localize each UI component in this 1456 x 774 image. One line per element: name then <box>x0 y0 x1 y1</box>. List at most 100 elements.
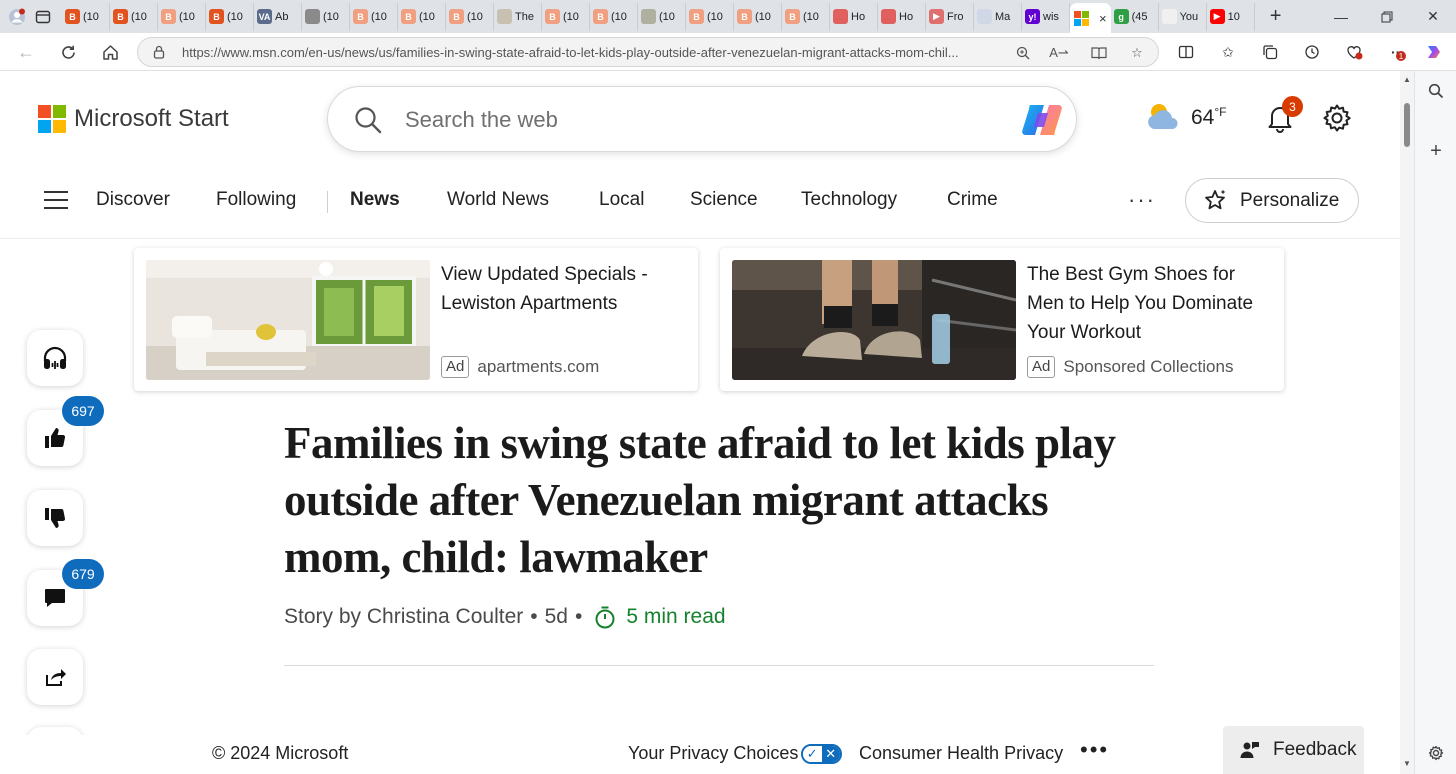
tab-19[interactable]: Ma <box>974 2 1022 31</box>
partly-cloudy-icon <box>1148 104 1178 129</box>
tab-12[interactable]: (10 <box>638 2 686 31</box>
tab-label: (10 <box>131 10 147 23</box>
nav-item-technology[interactable]: Technology <box>801 189 897 211</box>
read-aloud-icon[interactable]: A⇀ <box>1049 44 1069 62</box>
page-scrollbar[interactable]: ▲ ▼ <box>1400 71 1414 774</box>
tab-label: (10 <box>755 10 771 23</box>
listen-button[interactable] <box>27 330 83 386</box>
profile-avatar-icon[interactable] <box>4 4 30 30</box>
nav-item-discover[interactable]: Discover <box>96 189 170 211</box>
dislike-button[interactable] <box>27 490 83 546</box>
privacy-toggle-icon[interactable]: ✓ ✕ <box>801 744 842 764</box>
close-tab-icon[interactable]: × <box>1099 11 1107 26</box>
tab-after-1[interactable]: You <box>1159 2 1207 31</box>
microsoft-start-logo[interactable]: Microsoft Start <box>38 105 229 133</box>
tab-after-2[interactable]: ▶ 10 <box>1207 2 1255 31</box>
back-arrow-icon[interactable]: ← <box>12 38 40 66</box>
tab-6[interactable]: B (10 <box>350 2 398 31</box>
restore-button[interactable] <box>1364 0 1410 33</box>
tab-3[interactable]: B (10 <box>206 2 254 31</box>
sidebar-settings-icon[interactable] <box>1426 743 1446 763</box>
read-time: 5 min read <box>626 605 726 628</box>
nav-item-science[interactable]: Science <box>690 189 758 211</box>
ad-card-apartments[interactable]: View Updated Specials - Lewiston Apartme… <box>134 248 698 391</box>
tab-16[interactable]: Ho <box>830 2 878 31</box>
scroll-up-arrow-icon[interactable]: ▲ <box>1403 75 1411 84</box>
collections-icon[interactable] <box>1260 42 1280 62</box>
tab-20[interactable]: y! wis <box>1022 2 1070 31</box>
temperature-value: 64°F <box>1191 105 1227 130</box>
hamburger-menu-icon[interactable] <box>44 191 68 209</box>
tab-4[interactable]: VA Ab <box>254 2 302 31</box>
nav-item-crime[interactable]: Crime <box>947 189 998 211</box>
immersive-reader-icon[interactable] <box>1090 44 1108 62</box>
feedback-button[interactable]: Feedback <box>1223 726 1364 774</box>
ad-badge: Ad <box>441 356 470 378</box>
favorite-star-icon[interactable]: ☆ <box>1128 44 1146 62</box>
tab-label: (10 <box>659 10 675 23</box>
nav-more-button[interactable]: ··· <box>1128 187 1156 213</box>
favorites-icon[interactable]: ✩ <box>1218 42 1238 62</box>
footer-more-button[interactable]: ••• <box>1080 737 1109 763</box>
close-window-button[interactable]: ✕ <box>1410 0 1456 33</box>
tab-favicon-icon: B <box>209 9 224 24</box>
browser-essentials-icon[interactable] <box>1344 42 1364 62</box>
nav-item-news[interactable]: News <box>350 189 400 211</box>
tab-13[interactable]: B (10 <box>686 2 734 31</box>
tab-0[interactable]: B (10 <box>62 2 110 31</box>
tab-9[interactable]: The <box>494 2 542 31</box>
tab-after-0[interactable]: g (45 <box>1111 2 1159 31</box>
ad-title[interactable]: View Updated Specials - Lewiston Apartme… <box>441 260 681 318</box>
tab-active-msn[interactable]: × <box>1070 3 1111 33</box>
tab-favicon-icon <box>833 9 848 24</box>
tab-10[interactable]: B (10 <box>542 2 590 31</box>
tab-18[interactable]: ▶ Fro <box>926 2 974 31</box>
tab-actions-icon[interactable] <box>30 4 56 30</box>
new-tab-button[interactable]: + <box>1263 4 1289 30</box>
home-icon[interactable] <box>96 38 124 66</box>
tab-11[interactable]: B (10 <box>590 2 638 31</box>
search-box[interactable] <box>327 86 1077 152</box>
tab-15[interactable]: B (10 <box>782 2 830 31</box>
history-icon[interactable] <box>1302 42 1322 62</box>
tab-2[interactable]: B (10 <box>158 2 206 31</box>
nav-item-world-news[interactable]: World News <box>447 189 549 211</box>
nav-item-following[interactable]: Following <box>216 189 296 211</box>
gear-icon[interactable] <box>1322 103 1352 133</box>
split-screen-icon[interactable] <box>1176 42 1196 62</box>
zoom-icon[interactable] <box>1014 44 1032 62</box>
search-input[interactable] <box>405 105 965 135</box>
thumbs-up-icon <box>45 428 66 448</box>
tab-favicon-icon: ▶ <box>929 9 944 24</box>
privacy-choices-link[interactable]: Your Privacy Choices <box>628 743 798 764</box>
personalize-button[interactable]: Personalize <box>1185 178 1359 223</box>
sidebar-add-icon[interactable]: + <box>1426 140 1446 162</box>
refresh-icon[interactable] <box>54 38 82 66</box>
nav-item-local[interactable]: Local <box>599 189 644 211</box>
tab-8[interactable]: B (10 <box>446 2 494 31</box>
weather-widget[interactable]: 64°F <box>1145 101 1227 133</box>
tab-label: Ho <box>851 10 866 23</box>
share-button[interactable] <box>27 649 83 705</box>
search-icon[interactable] <box>353 105 383 135</box>
scroll-thumb[interactable] <box>1404 103 1410 147</box>
url-bar[interactable]: https://www.msn.com/en-us/news/us/famili… <box>137 37 1159 67</box>
ad-title[interactable]: The Best Gym Shoes for Men to Help You D… <box>1027 260 1267 347</box>
category-nav: Discover Following News World News Local… <box>0 175 1400 227</box>
byline-author[interactable]: Story by Christina Coulter <box>284 605 523 629</box>
copilot-sidebar-icon[interactable] <box>1424 42 1444 62</box>
tab-17[interactable]: Ho <box>878 2 926 31</box>
ad-card-gym-shoes[interactable]: The Best Gym Shoes for Men to Help You D… <box>720 248 1284 391</box>
minimize-button[interactable]: — <box>1318 0 1364 33</box>
tab-7[interactable]: B (10 <box>398 2 446 31</box>
health-privacy-link[interactable]: Consumer Health Privacy <box>859 743 1063 764</box>
tab-14[interactable]: B (10 <box>734 2 782 31</box>
tab-label: wis <box>1043 10 1059 23</box>
tab-1[interactable]: B (10 <box>110 2 158 31</box>
sidebar-search-icon[interactable] <box>1426 81 1446 101</box>
tab-5[interactable]: (10 <box>302 2 350 31</box>
byline-sep: • <box>530 605 538 628</box>
article-byline: Story by Christina Coulter • 5d • 5 min … <box>284 605 726 629</box>
copilot-icon[interactable] <box>1020 101 1064 139</box>
scroll-down-arrow-icon[interactable]: ▼ <box>1403 759 1411 768</box>
